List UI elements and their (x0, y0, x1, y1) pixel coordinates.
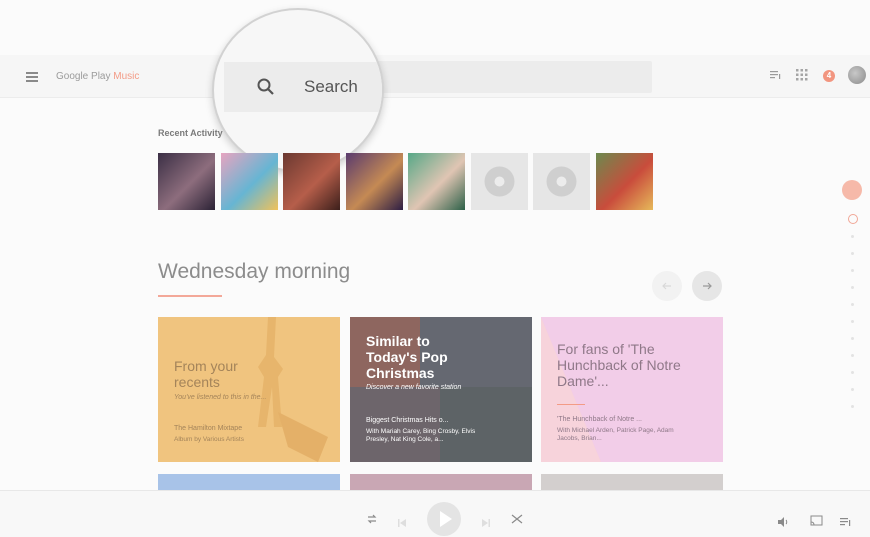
right-rail (842, 180, 862, 410)
menu-icon[interactable] (26, 72, 38, 82)
card-title: For fans of 'The Hunchback of Notre Dame… (557, 341, 681, 389)
rail-badge-icon[interactable] (842, 180, 862, 200)
prev-arrow-button[interactable] (652, 271, 682, 301)
rail-dot (851, 337, 854, 340)
shuffle-icon[interactable] (511, 512, 523, 530)
queue-icon[interactable] (770, 68, 782, 80)
recent-album-thumbnail[interactable] (345, 153, 403, 210)
search-placeholder[interactable]: Search (304, 77, 358, 97)
rail-clock-icon[interactable] (848, 214, 858, 224)
section-title: Wednesday morning (158, 260, 351, 283)
logo-text-google-play: Google Play (56, 71, 114, 82)
repeat-icon[interactable] (366, 512, 378, 530)
rail-dot (851, 354, 854, 357)
card-for-fans-of-hunchback[interactable]: For fans of 'The Hunchback of Notre Dame… (541, 317, 723, 462)
recent-activity-label: Recent Activity (158, 128, 223, 138)
rail-dot (851, 371, 854, 374)
arrow-right-icon (703, 282, 712, 290)
notifications-badge[interactable]: 4 (823, 70, 835, 82)
card-accent-line (557, 404, 585, 405)
card-album-subtitle: Album by Various Artists (174, 436, 244, 443)
card-similar-to-pop-christmas[interactable]: Similar to Today's Pop Christmas Discove… (350, 317, 532, 462)
card-from-your-recents[interactable]: From your recents You've listened to thi… (158, 317, 340, 462)
rail-dot (851, 286, 854, 289)
search-magnifier-callout: Search (212, 8, 384, 172)
app-logo[interactable]: Google Play Music (56, 71, 139, 82)
recent-album-thumbnail[interactable] (595, 153, 653, 210)
recent-album-thumbnail[interactable] (408, 153, 465, 210)
card-album-subtitle: With Mariah Carey, Bing Crosby, Elvis Pr… (366, 428, 476, 443)
card-subtitle: You've listened to this in the... (174, 394, 267, 401)
rail-dot (851, 235, 854, 238)
queue-music-icon[interactable] (840, 514, 852, 532)
apps-grid-icon[interactable] (796, 68, 808, 81)
search-icon[interactable] (256, 77, 276, 97)
card-album-subtitle: With Michael Arden, Patrick Page, Adam J… (557, 427, 674, 442)
rail-dot (851, 388, 854, 391)
card-album-title: The Hamilton Mixtape (174, 425, 243, 432)
rail-dot (851, 269, 854, 272)
next-track-icon[interactable] (482, 514, 490, 532)
avatar[interactable] (848, 66, 866, 84)
rail-dot (851, 303, 854, 306)
play-button[interactable] (427, 502, 461, 536)
recent-album-thumbnail[interactable] (533, 153, 590, 210)
previous-track-icon[interactable] (398, 514, 406, 532)
recent-album-thumbnail[interactable] (470, 153, 528, 210)
rail-dot (851, 252, 854, 255)
recent-album-thumbnail[interactable] (220, 153, 278, 210)
rail-dot (851, 405, 854, 408)
next-arrow-button[interactable] (692, 271, 722, 301)
card-subtitle: Discover a new favorite station (366, 384, 462, 391)
vinyl-record-icon (484, 166, 514, 197)
card-album-title: 'The Hunchback of Notre ... (557, 416, 642, 423)
cast-icon[interactable] (810, 513, 823, 531)
rail-dot (851, 320, 854, 323)
recent-album-thumbnail[interactable] (283, 153, 340, 210)
section-underline (158, 295, 222, 297)
logo-text-music: Music (113, 71, 140, 82)
card-title: From your recents (174, 358, 238, 390)
arrow-left-icon (662, 282, 671, 290)
card-album-title: Biggest Christmas Hits o... (366, 417, 449, 424)
card-title: Similar to Today's Pop Christmas (366, 333, 448, 381)
vinyl-record-icon (546, 166, 577, 197)
volume-icon[interactable] (778, 514, 790, 532)
recent-album-thumbnail[interactable] (158, 153, 215, 210)
